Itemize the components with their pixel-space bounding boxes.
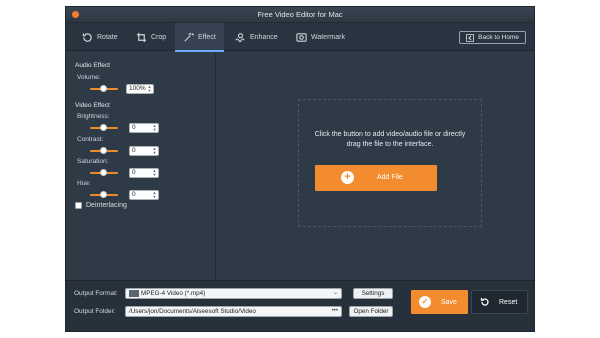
back-to-home-button[interactable]: Back to Home [459,31,526,44]
hue-slider-knob[interactable] [100,191,107,198]
tab-effect-label: Effect [198,33,216,41]
enhance-icon [235,32,245,42]
settings-label: Settings [361,290,385,297]
contrast-slider-knob[interactable] [100,147,107,154]
checkmark-icon: ✓ [419,296,431,308]
stepper-arrows-icon[interactable]: ▲ ▼ [151,191,158,199]
tab-rotate[interactable]: Rotate [74,23,126,51]
stepper-arrows-icon[interactable]: ▲ ▼ [151,147,158,155]
output-folder-path: /Users/jon/Documents/Aiseesoft Studio/Vi… [129,308,256,315]
effect-icon [184,32,194,42]
chevron-down-icon[interactable]: ⌄ [333,289,338,298]
audio-effect-heading: Audio Effect [75,62,110,69]
app-window: Free Video Editor for Mac Rotate Crop Ef… [65,6,535,332]
saturation-slider[interactable] [90,169,118,176]
hue-slider[interactable] [90,191,118,198]
crop-icon [136,32,147,42]
editor-toolbar: Rotate Crop Effect Enhance Watermark Bac… [66,23,534,52]
video-effect-heading: Video Effect [75,102,110,109]
back-to-home-label: Back to Home [478,34,519,41]
brightness-slider-knob[interactable] [100,124,107,131]
back-arrow-icon [466,33,475,42]
contrast-value: 0 [132,147,136,154]
open-folder-label: Open Folder [353,308,389,315]
tab-enhance[interactable]: Enhance [227,23,286,51]
saturation-stepper[interactable]: 0 ▲ ▼ [129,168,159,178]
brightness-value: 0 [132,124,136,131]
add-file-label: Add File [377,174,403,181]
stepper-arrows-icon[interactable]: ▲ ▼ [146,85,153,93]
drop-instructions: Click the button to add video/audio file… [299,130,481,149]
tab-crop-label: Crop [151,33,167,41]
brightness-stepper[interactable]: 0 ▲ ▼ [129,123,159,133]
reset-icon [480,298,489,306]
reset-label: Reset [499,298,518,306]
tab-rotate-label: Rotate [97,33,118,41]
tab-watermark[interactable]: Watermark [288,23,353,51]
rotate-icon [82,32,92,42]
hue-stepper[interactable]: 0 ▲ ▼ [129,190,159,200]
volume-stepper[interactable]: 100% ▲ ▼ [126,84,154,94]
window-title: Free Video Editor for Mac [257,10,343,19]
file-drop-zone[interactable]: Click the button to add video/audio file… [298,99,482,227]
deinterlacing-checkbox[interactable] [75,202,82,209]
volume-value: 100% [129,85,146,92]
browse-folder-button[interactable]: ••• [332,307,338,316]
stepper-arrows-icon[interactable]: ▲ ▼ [151,124,158,132]
settings-button[interactable]: Settings [353,288,393,299]
save-button[interactable]: ✓ Save [411,290,468,314]
output-format-label: Output Format: [74,290,118,297]
output-folder-label: Output Folder: [74,308,116,315]
stepper-arrows-icon[interactable]: ▲ ▼ [151,169,158,177]
title-bar: Free Video Editor for Mac [66,7,534,23]
add-file-button[interactable]: + Add File [315,165,437,191]
output-format-value: MPEG-4 Video (*.mp4) [141,290,206,297]
open-folder-button[interactable]: Open Folder [349,306,393,317]
output-bar: Output Format: MPEG-4 Video (*.mp4) ⌄ Se… [66,280,534,331]
tab-enhance-label: Enhance [250,33,278,41]
tab-crop[interactable]: Crop [128,23,174,51]
video-format-icon [129,289,139,297]
deinterlacing-option[interactable]: Deinterlacing [75,202,127,209]
deinterlacing-label: Deinterlacing [86,202,127,209]
contrast-label: Contrast: [77,136,104,143]
drop-instructions-line2: drag the file to the interface. [346,140,434,148]
volume-slider[interactable] [90,85,118,92]
output-format-select[interactable]: MPEG-4 Video (*.mp4) ⌄ [125,288,342,299]
drop-instructions-line1: Click the button to add video/audio file… [314,131,466,138]
reset-button[interactable]: Reset [471,290,528,314]
volume-label: Volume: [77,74,101,81]
saturation-value: 0 [132,169,136,176]
tab-effect[interactable]: Effect [175,23,224,52]
brightness-slider[interactable] [90,124,118,131]
save-label: Save [441,298,457,306]
tab-watermark-label: Watermark [311,33,345,41]
output-folder-field[interactable]: /Users/jon/Documents/Aiseesoft Studio/Vi… [125,306,342,317]
saturation-label: Saturation: [77,158,109,165]
contrast-slider[interactable] [90,147,118,154]
hue-value: 0 [132,191,136,198]
contrast-stepper[interactable]: 0 ▲ ▼ [129,146,159,156]
brightness-label: Brightness: [77,113,110,120]
watermark-icon [296,32,307,42]
saturation-slider-knob[interactable] [100,169,107,176]
effect-settings-panel: Audio Effect Volume: 100% ▲ ▼ Video Effect… [66,52,216,280]
hue-label: Hue: [77,180,91,187]
plus-icon: + [341,171,354,184]
volume-slider-knob[interactable] [100,85,107,92]
